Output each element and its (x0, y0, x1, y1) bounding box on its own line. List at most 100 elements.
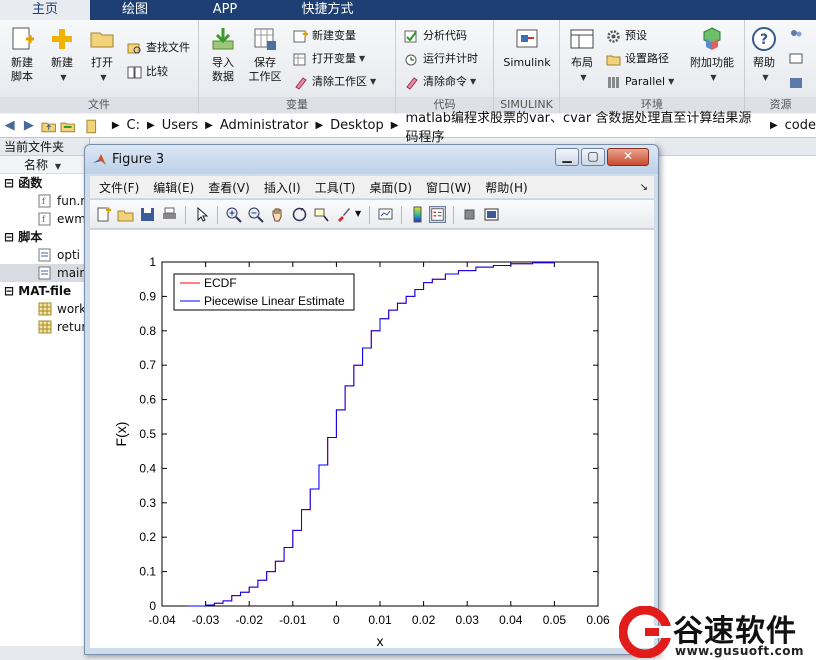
ecdf-plot[interactable]: -0.04 -0.03 -0.02 -0.01 0 0.01 0.02 0.03 0.04 0.0… (90, 230, 654, 649)
tab-plots[interactable]: 绘图 (90, 0, 180, 20)
up-folder-icon[interactable] (41, 118, 56, 134)
compare-button[interactable]: 比较 (127, 62, 168, 82)
save-icon[interactable] (139, 206, 156, 223)
open-variable-button[interactable]: 打开变量 ▼ (293, 49, 365, 69)
y-tick-label: 0.7 (139, 358, 156, 372)
browse-folder-icon[interactable] (60, 118, 75, 134)
menu-help[interactable]: 帮助(H) (485, 179, 527, 196)
column-header-name[interactable]: 名称 ▼ (0, 156, 89, 174)
layout-button[interactable]: 布局 ▼ (564, 25, 600, 85)
y-axis-label: F(x) (113, 422, 129, 447)
pointer-icon[interactable] (193, 206, 210, 223)
close-button[interactable]: ✕ (607, 148, 649, 166)
collapse-icon[interactable]: ⊟ (4, 228, 14, 246)
menu-window[interactable]: 窗口(W) (426, 179, 471, 196)
print-icon[interactable] (161, 206, 178, 223)
parallel-button[interactable]: Parallel ▼ (606, 72, 674, 92)
list-item[interactable]: opti (0, 246, 89, 264)
data-cursor-icon[interactable] (313, 206, 330, 223)
pan-hand-icon[interactable] (269, 206, 286, 223)
figure-canvas[interactable]: -0.04 -0.03 -0.02 -0.01 0 0.01 0.02 0.03 0.04 0.0… (90, 230, 654, 649)
new-button[interactable]: 新建 ▼ (44, 25, 80, 85)
address-bar: ◀ ▶ ▶ C: ▶ Users ▶ Administrator ▶ Deskt… (0, 111, 816, 145)
chevron-right-icon: ▶ (769, 120, 778, 131)
zoom-in-icon[interactable] (225, 206, 242, 223)
clear-commands-button[interactable]: 清除命令 ▼ (404, 72, 476, 92)
analyze-code-button[interactable]: 分析代码 (404, 26, 467, 46)
legend-label-piecewise: Piecewise Linear Estimate (204, 294, 345, 308)
group-functions[interactable]: ⊟ 函数 (0, 174, 89, 192)
new-figure-icon[interactable] (95, 206, 112, 223)
learn-icon[interactable] (789, 76, 803, 90)
menu-edit[interactable]: 编辑(E) (153, 179, 194, 196)
collapse-icon[interactable]: ⊟ (4, 282, 14, 300)
open-file-icon[interactable] (117, 206, 134, 223)
list-item[interactable]: f fun.m (0, 192, 89, 210)
simulink-button[interactable]: Simulink (500, 25, 554, 70)
run-and-time-button[interactable]: 运行并计时 (404, 49, 478, 69)
layout-icon (570, 29, 594, 49)
hide-plot-tools-icon[interactable] (461, 206, 478, 223)
help-button[interactable]: ? 帮助 ▼ (747, 25, 781, 85)
command-window[interactable] (655, 138, 816, 660)
show-plot-tools-icon[interactable] (483, 206, 500, 223)
import-data-button[interactable]: 导入 数据 (205, 25, 241, 84)
new-variable-button[interactable]: 新建变量 (293, 26, 356, 46)
new-script-icon (12, 27, 34, 50)
save-workspace-button[interactable]: 保存 工作区 (245, 25, 285, 84)
breadcrumb-item[interactable]: Users (162, 118, 198, 133)
ribbon-tab-strip: 主页 绘图 APP 快捷方式 (0, 0, 816, 20)
group-mat-files[interactable]: ⊟ MAT-file (0, 282, 89, 300)
support-icon[interactable] (789, 52, 803, 66)
menu-tools[interactable]: 工具(T) (315, 179, 356, 196)
figure-title-bar[interactable]: Figure 3 ▁ ▢ ✕ (85, 145, 658, 174)
breadcrumb-item[interactable]: Administrator (220, 118, 309, 133)
x-tick-label: -0.04 (148, 613, 176, 627)
back-arrow-icon[interactable]: ◀ (0, 118, 19, 133)
maximize-button[interactable]: ▢ (581, 148, 605, 166)
list-item[interactable]: f ewm (0, 210, 89, 228)
chevron-down-icon[interactable]: ▼ (355, 209, 361, 218)
legend[interactable]: ECDF Piecewise Linear Estimate (173, 273, 355, 311)
menu-insert[interactable]: 插入(I) (264, 179, 301, 196)
community-icon[interactable] (789, 28, 803, 42)
open-button[interactable]: 打开 ▼ (84, 25, 120, 85)
addons-button[interactable]: 附加功能 ▼ (688, 25, 736, 85)
ribbon-group-simulink: Simulink SIMULINK (494, 20, 560, 113)
link-plot-icon[interactable] (377, 206, 394, 223)
zoom-out-icon[interactable] (247, 206, 264, 223)
minimize-button[interactable]: ▁ (555, 148, 579, 166)
menu-desktop[interactable]: 桌面(D) (369, 179, 412, 196)
dock-arrow-icon[interactable]: ↘ (640, 182, 648, 193)
breadcrumb-item[interactable]: Desktop (330, 118, 384, 133)
list-item[interactable]: work (0, 300, 89, 318)
brush-icon[interactable] (335, 206, 352, 223)
legend-icon[interactable] (429, 206, 446, 223)
breadcrumb-item[interactable]: code (785, 118, 816, 133)
colorbar-icon[interactable] (409, 206, 426, 223)
breadcrumb-item[interactable]: C: (127, 118, 140, 133)
ribbon-group-environment: 布局 ▼ 预设 设置路径 Parallel ▼ 附加功能 ▼ 环境 (560, 20, 745, 113)
y-tick-label: 0.3 (139, 496, 156, 510)
new-script-button[interactable]: 新建 脚本 (4, 25, 40, 84)
tab-home[interactable]: 主页 (0, 0, 90, 20)
tab-apps[interactable]: APP (180, 0, 270, 20)
clear-workspace-button[interactable]: 清除工作区 ▼ (293, 72, 376, 92)
set-path-button[interactable]: 设置路径 (606, 49, 669, 69)
chevron-right-icon: ▶ (147, 120, 155, 131)
list-item[interactable]: retur (0, 318, 89, 336)
menu-file[interactable]: 文件(F) (99, 179, 139, 196)
clear-commands-icon (406, 76, 418, 90)
collapse-icon[interactable]: ⊟ (4, 174, 14, 192)
group-scripts[interactable]: ⊟ 脚本 (0, 228, 89, 246)
tab-shortcuts[interactable]: 快捷方式 (270, 0, 385, 20)
preferences-button[interactable]: 预设 (606, 26, 647, 46)
open-variable-icon (293, 53, 306, 65)
list-item[interactable]: main (0, 264, 89, 282)
chevron-down-icon: ▼ (762, 73, 769, 82)
forward-arrow-icon[interactable]: ▶ (19, 118, 38, 133)
menu-view[interactable]: 查看(V) (208, 179, 250, 196)
rotate-3d-icon[interactable] (291, 206, 308, 223)
y-tick-label: 0.8 (139, 324, 156, 338)
find-files-button[interactable]: 查找文件 (127, 38, 190, 58)
